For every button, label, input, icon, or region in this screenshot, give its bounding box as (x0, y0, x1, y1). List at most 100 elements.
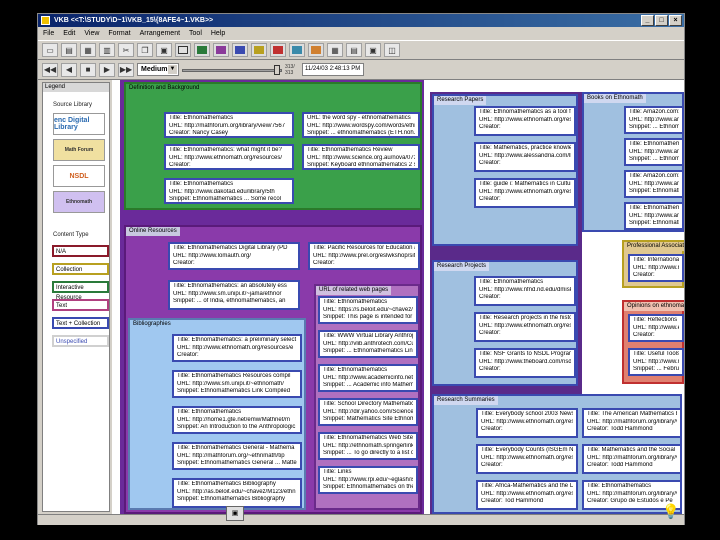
color-swatch-icon[interactable] (194, 43, 210, 57)
color-swatch-icon[interactable] (175, 43, 191, 57)
menu-file[interactable]: File (43, 27, 54, 40)
save-icon[interactable]: ▦ (80, 43, 96, 57)
note-card[interactable]: URL: the word spy - ethnomathematics URL:… (302, 112, 420, 138)
minimize-button[interactable]: _ (641, 15, 654, 26)
type-unspecified[interactable]: Unspecified (52, 335, 109, 347)
note-card[interactable]: Title: Ethnomathematics URL: http://mathf… (164, 112, 294, 138)
note-card[interactable]: Title: WWW Virtual Library Anthropology … (318, 330, 418, 358)
stack-icon[interactable]: ▤ (346, 43, 362, 57)
tool-icon[interactable]: ◫ (384, 43, 400, 57)
panel-title: URL of related web pages (316, 286, 392, 295)
slider-thumb[interactable] (274, 64, 280, 75)
type-text-collection[interactable]: Text + Collection (52, 317, 109, 329)
note-card[interactable]: Title: Ethnomathematics Web Sites URL: ht… (318, 432, 418, 460)
note-card[interactable]: Title: EthnomathematicsURL: http://www.a… (624, 202, 684, 230)
note-card[interactable]: Title: Mathematics, practice knowledge a… (474, 142, 576, 172)
note-card[interactable]: Title: Ethnomathematics Resources compil… (172, 370, 302, 398)
lightbulb-icon[interactable]: 💡 (662, 503, 679, 523)
main-toolbar: ▭ ▤ ▦ ▥ ✂ ❐ ▣ ▦ ▤ ▣ ◫ (38, 40, 684, 60)
menu-edit[interactable]: Edit (63, 27, 75, 40)
note-card[interactable]: Title: Amazon.com: Books: EURL: http://w… (624, 106, 684, 134)
note-card[interactable]: Title: Pacific Resources for Education a… (308, 242, 420, 270)
note-card[interactable]: Title: Links URL: http://www.rpi.edu/~egl… (318, 466, 418, 494)
panel-title: Online Resources (126, 227, 180, 236)
note-card[interactable]: Title: The American Mathematics EthnomaU… (582, 408, 682, 438)
note-card[interactable]: Title: School Directory Mathematics Age … (318, 398, 418, 426)
ethnomath-logo[interactable]: Ethnomath (53, 191, 105, 213)
forward-icon[interactable]: ▶ (99, 62, 115, 77)
note-card[interactable]: Title: EthnomathematicsURL: http://www.a… (624, 138, 684, 166)
note-card[interactable]: Title: Research projects in the history … (474, 312, 576, 342)
rewind-icon[interactable]: ◀◀ (42, 62, 58, 77)
type-interactive-resource[interactable]: Interactive Resource (52, 281, 109, 301)
panel-title: Research Papers (434, 96, 487, 105)
type-na[interactable]: N/A (52, 245, 109, 257)
type-collection[interactable]: Collection (52, 263, 109, 275)
color-swatch-icon[interactable] (270, 43, 286, 57)
panel-title: Bibliographies (130, 320, 174, 329)
note-card[interactable]: Title: Everybody school 2003 Newsletter,… (476, 408, 578, 438)
arrange-icon[interactable]: ▣ (365, 43, 381, 57)
enc-logo[interactable]: enc Digital Library (53, 113, 105, 135)
open-icon[interactable]: ▤ (61, 43, 77, 57)
note-card[interactable]: Title: NSF Grants to NSDL Program 2001UR… (474, 348, 576, 378)
cut-icon[interactable]: ✂ (118, 43, 134, 57)
print-icon[interactable]: ▥ (99, 43, 115, 57)
timestamp-field[interactable]: 11/24/03 2:48:13 PM (302, 63, 364, 76)
note-card[interactable]: Title: Amazon.com: Books EURL: http://ww… (624, 170, 684, 198)
note-card[interactable]: Title: Africa-Mathematics and the Libera… (476, 480, 578, 510)
note-card[interactable]: Title: guide i: Mathematics in Culture: … (474, 178, 576, 208)
back-icon[interactable]: ◀ (61, 62, 77, 77)
note-card[interactable]: Title: Useful Tools: EthnomURL: http://w… (628, 348, 684, 376)
type-text[interactable]: Text (52, 299, 109, 311)
maximize-button[interactable]: □ (655, 15, 668, 26)
menu-arrangement[interactable]: Arrangement (140, 27, 180, 40)
color-swatch-icon[interactable] (232, 43, 248, 57)
color-swatch-icon[interactable] (251, 43, 267, 57)
workspace-thumbnail-icon[interactable]: ▣ (226, 506, 244, 521)
close-button[interactable]: × (669, 15, 682, 26)
menu-tool[interactable]: Tool (189, 27, 202, 40)
color-swatch-icon[interactable] (308, 43, 324, 57)
note-card[interactable]: Title: Ethnomathematics Digital Library … (168, 242, 300, 270)
note-card[interactable]: Title: International Study GrURL: http:/… (628, 254, 684, 282)
vkb-window: VKB <<T:\STUDY\D~1\VKB_15\{8AFE4~1.VKB>>… (37, 13, 685, 525)
new-icon[interactable]: ▭ (42, 43, 58, 57)
chevron-down-icon: ▼ (168, 65, 177, 74)
note-card[interactable]: Title: Everybody Counts (ISGEm Newslette… (476, 444, 578, 474)
color-swatch-icon[interactable] (289, 43, 305, 57)
note-card[interactable]: Title: Ethnomathematics URL: https://s.be… (318, 296, 418, 324)
note-card[interactable]: Title: EthnomathematicsURL: http://www.a… (318, 364, 418, 392)
source-library-label: Source Library (53, 102, 93, 108)
copy-icon[interactable]: ❐ (137, 43, 153, 57)
math-forum-logo[interactable]: Math Forum (53, 139, 105, 161)
note-card[interactable]: Title: Ethnomathematics General - Mathem… (172, 442, 302, 470)
window-title: VKB <<T:\STUDY\D~1\VKB_15\{8AFE4~1.VKB>> (54, 17, 214, 24)
fast-forward-icon[interactable]: ▶▶ (118, 62, 134, 77)
menu-view[interactable]: View (84, 27, 99, 40)
zoom-select[interactable]: Medium ▼ (137, 63, 179, 76)
note-card[interactable]: Title: Ethnomathematics: what might it b… (164, 144, 294, 170)
menu-format[interactable]: Format (108, 27, 130, 40)
note-card[interactable]: Title: Ethnomathematics: a preliminary s… (172, 334, 302, 362)
note-card[interactable]: Title: Ethnomathematics URL: http://www.n… (474, 276, 576, 306)
note-card[interactable]: Title: Ethnomathematics: an absolutely e… (168, 280, 300, 310)
note-card[interactable]: Title: Ethnomathematics URL: http://www.d… (164, 178, 294, 204)
history-slider[interactable] (182, 64, 282, 76)
color-swatch-icon[interactable] (213, 43, 229, 57)
stop-icon[interactable]: ■ (80, 62, 96, 77)
nsdl-logo[interactable]: NSDL (53, 165, 105, 187)
grid-icon[interactable]: ▦ (327, 43, 343, 57)
menu-help[interactable]: Help (211, 27, 225, 40)
note-card[interactable]: Title: Mathematics and the Social Mathem… (582, 444, 682, 474)
paste-icon[interactable]: ▣ (156, 43, 172, 57)
note-card[interactable]: Title: Ethnomathematics as a tool for kn… (474, 106, 576, 136)
note-card[interactable]: Title: Reflections on ethnomURL: http://… (628, 314, 684, 342)
note-card[interactable]: Title: Ethnomathematics URL: http://home1… (172, 406, 302, 434)
note-card[interactable]: Title: Ethnomathematics Bibliography URL:… (172, 478, 302, 508)
menu-bar: File Edit View Format Arrangement Tool H… (38, 27, 684, 40)
note-card[interactable]: Title: Ethnomathematics Review URL: http:… (302, 144, 420, 170)
panel-title: Research Projects (434, 262, 490, 271)
panel-title: Definition and Background (126, 84, 203, 93)
workspace[interactable]: Definition and Background Online Resourc… (112, 80, 684, 514)
